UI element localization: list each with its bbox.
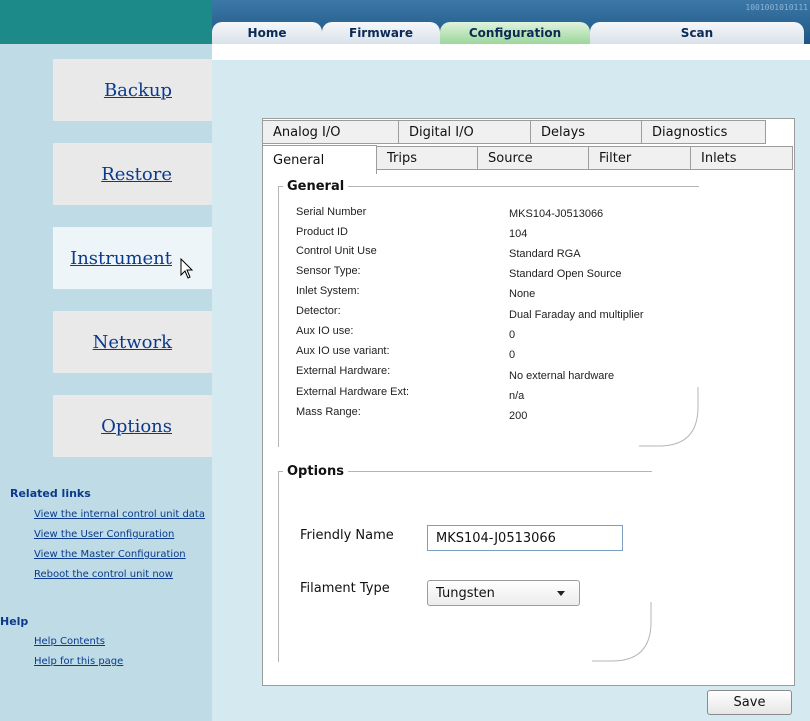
field-value-external-hardware: No external hardware: [509, 370, 615, 382]
save-button[interactable]: Save: [707, 690, 792, 715]
tab-analog-io[interactable]: Analog I/O: [262, 120, 399, 144]
field-value-detector: Dual Faraday and multiplier: [509, 309, 644, 321]
filament-type-select[interactable]: Tungsten: [427, 580, 580, 606]
help-title: Help: [0, 615, 29, 628]
field-label-sensor-type: Sensor Type:: [296, 265, 361, 277]
tab-diagnostics[interactable]: Diagnostics: [641, 120, 766, 144]
filament-type-value: Tungsten: [436, 585, 495, 601]
friendly-name-label: Friendly Name: [300, 528, 394, 543]
related-links-title: Related links: [10, 487, 91, 500]
options-group: [278, 471, 652, 662]
field-label-external-hardware: External Hardware:: [296, 365, 391, 377]
tab-digital-io[interactable]: Digital I/O: [398, 120, 531, 144]
nav-tab-scan[interactable]: Scan: [590, 22, 804, 44]
help-link-contents[interactable]: Help Contents: [34, 636, 105, 647]
friendly-name-input[interactable]: [427, 525, 623, 551]
group-corner-curve: [639, 387, 699, 447]
tab-inlets[interactable]: Inlets: [690, 146, 793, 170]
related-link-internal-data[interactable]: View the internal control unit data: [34, 509, 205, 520]
top-bar: 1001001010111 Home Firmware Configuratio…: [0, 0, 810, 45]
logo-strip: [0, 0, 212, 44]
tab-general[interactable]: General: [262, 145, 377, 174]
related-link-master-config[interactable]: View the Master Configuration: [34, 549, 186, 560]
sidebar-button-options[interactable]: Options: [53, 395, 212, 457]
field-value-inlet-system: None: [509, 288, 536, 300]
nav-tab-configuration[interactable]: Configuration: [440, 22, 590, 44]
field-label-serial-number: Serial Number: [296, 206, 367, 218]
chevron-down-icon: [557, 591, 565, 596]
tab-delays[interactable]: Delays: [530, 120, 642, 144]
field-value-control-unit-use: Standard RGA: [509, 248, 581, 260]
related-link-user-config[interactable]: View the User Configuration: [34, 529, 174, 540]
field-label-mass-range: Mass Range:: [296, 406, 361, 418]
tab-source[interactable]: Source: [477, 146, 589, 170]
tab-filter[interactable]: Filter: [588, 146, 691, 170]
help-link-this-page[interactable]: Help for this page: [34, 656, 123, 667]
field-value-sensor-type: Standard Open Source: [509, 268, 622, 280]
sidebar-button-backup[interactable]: Backup: [53, 59, 212, 121]
nav-tab-firmware[interactable]: Firmware: [322, 22, 440, 44]
general-group-title: General: [283, 179, 349, 194]
field-value-serial-number: MKS104-J0513066: [509, 208, 604, 220]
field-label-aux-io-variant: Aux IO use variant:: [296, 345, 390, 357]
tab-trips[interactable]: Trips: [376, 146, 478, 170]
field-value-aux-io-use: 0: [509, 329, 516, 341]
related-link-reboot[interactable]: Reboot the control unit now: [34, 569, 173, 580]
group-corner-curve: [592, 602, 652, 662]
field-label-product-id: Product ID: [296, 226, 348, 238]
mouse-cursor-icon: [180, 258, 194, 279]
binary-decoration: 1001001010111: [745, 3, 808, 12]
field-label-aux-io-use: Aux IO use:: [296, 325, 354, 337]
field-label-control-unit-use: Control Unit Use: [296, 245, 377, 257]
field-value-mass-range: 200: [509, 410, 528, 422]
sidebar-button-restore[interactable]: Restore: [53, 143, 212, 205]
options-group-title: Options: [283, 464, 348, 479]
field-label-external-hardware-ext: External Hardware Ext:: [296, 386, 410, 398]
sidebar-button-network[interactable]: Network: [53, 311, 212, 373]
field-label-detector: Detector:: [296, 305, 341, 317]
field-value-external-hardware-ext: n/a: [509, 390, 525, 402]
filament-type-label: Filament Type: [300, 581, 390, 596]
field-value-product-id: 104: [509, 228, 528, 240]
field-label-inlet-system: Inlet System:: [296, 285, 360, 297]
field-value-aux-io-variant: 0: [509, 349, 516, 361]
nav-tab-home[interactable]: Home: [212, 22, 322, 44]
